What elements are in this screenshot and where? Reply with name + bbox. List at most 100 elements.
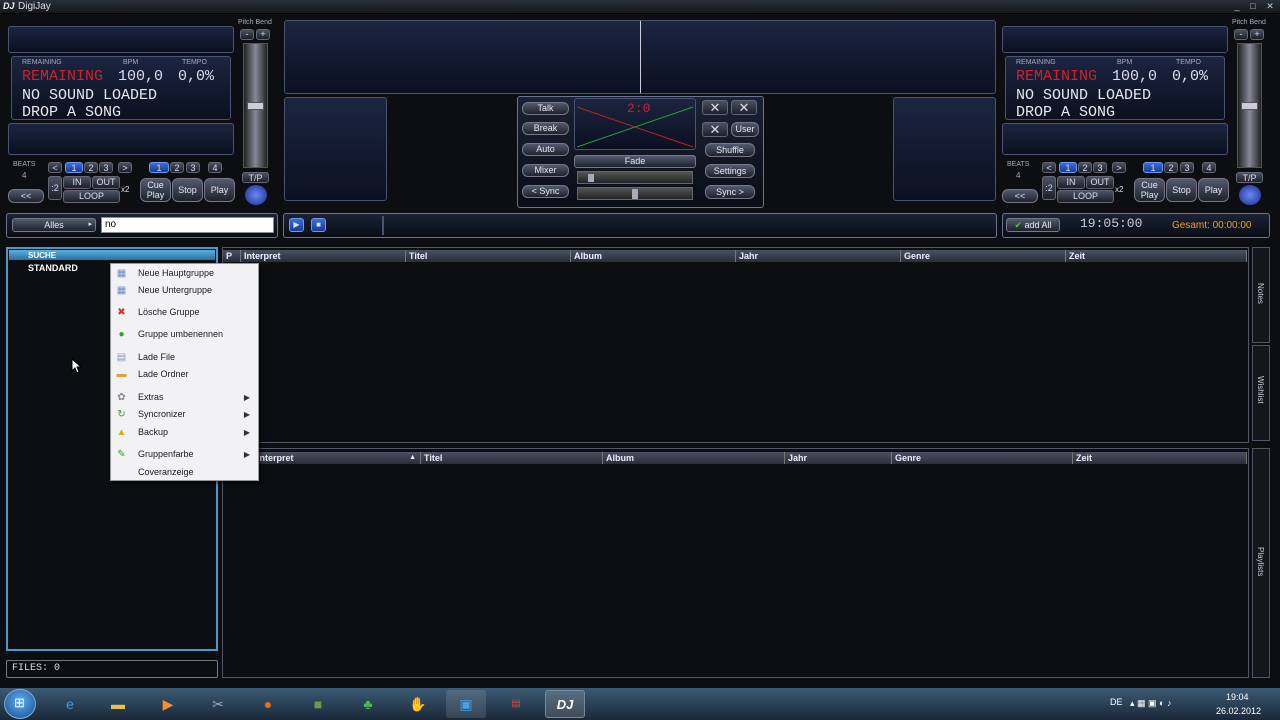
left-pitch-plus-button[interactable]: + <box>256 29 270 40</box>
right-loop-next-button[interactable]: > <box>1112 162 1126 173</box>
digijay-task-icon[interactable]: DJ <box>545 690 585 718</box>
volume-slider[interactable] <box>577 171 693 184</box>
column-header-zeit-bottom[interactable]: Zeit <box>1073 452 1247 464</box>
media-player-icon[interactable]: ▶ <box>148 690 188 718</box>
internet-explorer-icon[interactable]: e <box>50 690 90 718</box>
menu-item-lade-file[interactable]: ▤ Lade File <box>111 349 258 366</box>
tree-item-search[interactable]: SUCHE <box>28 251 56 260</box>
computer-app-icon[interactable]: ▤ <box>496 690 536 718</box>
left-cue-4-button[interactable]: 4 <box>208 162 222 173</box>
settings-button[interactable]: Settings <box>705 164 755 178</box>
left-tp-button[interactable]: T/P <box>242 172 269 183</box>
shuffle-button[interactable]: Shuffle <box>705 143 755 157</box>
right-pitch-minus-button[interactable]: - <box>1234 29 1248 40</box>
auto-button[interactable]: Auto <box>522 143 569 156</box>
right-cue-1-button[interactable]: 1 <box>1143 162 1163 173</box>
taskbar-clock-date[interactable]: 26.02.2012 <box>1216 706 1261 716</box>
filter-dropdown[interactable]: Alles ▸ <box>12 218 96 232</box>
minimize-button[interactable]: _ <box>1230 1 1244 12</box>
right-loop-button[interactable]: LOOP <box>1057 190 1114 203</box>
maximize-button[interactable]: □ <box>1246 1 1260 12</box>
left-loop-3-button[interactable]: 3 <box>99 162 113 173</box>
right-loop-out-button[interactable]: OUT <box>1086 176 1114 189</box>
tab-wishlist[interactable]: Wishlist <box>1252 345 1270 441</box>
column-header-album[interactable]: Album <box>571 250 736 262</box>
left-pitch-slider[interactable] <box>243 43 268 168</box>
column-header-jahr-bottom[interactable]: Jahr <box>785 452 892 464</box>
right-cue-2-button[interactable]: 2 <box>1164 162 1178 173</box>
left-rewind-button[interactable]: << <box>8 189 44 203</box>
tab-notes[interactable]: Notes <box>1252 247 1270 343</box>
stop-icon[interactable]: ■ <box>311 218 326 232</box>
menu-item-lösche-gruppe[interactable]: ✖ Lösche Gruppe <box>111 304 258 321</box>
menu-item-gruppe-umbenennen[interactable]: ● Gruppe umbenennen <box>111 326 258 343</box>
right-loop-in-button[interactable]: IN <box>1057 176 1085 189</box>
menu-item-backup[interactable]: ▲ Backup ▶ <box>111 424 258 441</box>
right-loop-3-button[interactable]: 3 <box>1093 162 1107 173</box>
column-header-zeit[interactable]: Zeit <box>1066 250 1247 262</box>
left-pitch-minus-button[interactable]: - <box>240 29 254 40</box>
language-indicator[interactable]: DE <box>1110 697 1123 707</box>
column-header-album-bottom[interactable]: Album <box>603 452 785 464</box>
column-header-genre[interactable]: Genre <box>901 250 1066 262</box>
right-eject-button[interactable]: ✕ <box>731 100 757 115</box>
mixer-button[interactable]: Mixer <box>522 164 569 177</box>
right-cue-play-button[interactable]: Cue Play <box>1134 178 1165 202</box>
control-panel-icon[interactable]: ▣ <box>446 690 486 718</box>
sync-right-button[interactable]: Sync > <box>705 185 755 199</box>
right-pitch-plus-button[interactable]: + <box>1250 29 1264 40</box>
menu-item-neue-untergruppe[interactable]: ▦ Neue Untergruppe <box>111 282 258 299</box>
taskbar-clock-time[interactable]: 19:04 <box>1226 692 1249 702</box>
column-header-titel[interactable]: Titel <box>406 250 571 262</box>
left-cue-3-button[interactable]: 3 <box>186 162 200 173</box>
break-button[interactable]: Break <box>522 122 569 135</box>
left-half-button[interactable]: :2 <box>48 176 62 200</box>
left-loop-prev-button[interactable]: < <box>48 162 62 173</box>
shuffle-icon-button[interactable]: ✕ <box>702 122 728 137</box>
right-pitch-slider[interactable] <box>1237 43 1262 168</box>
right-jog-icon[interactable] <box>1239 185 1261 205</box>
volume-handle[interactable] <box>588 174 594 182</box>
left-loop-2-button[interactable]: 2 <box>84 162 98 173</box>
right-loop-prev-button[interactable]: < <box>1042 162 1056 173</box>
column-header-titel-bottom[interactable]: Titel <box>421 452 603 464</box>
left-loop-out-button[interactable]: OUT <box>92 176 120 189</box>
sync-left-button[interactable]: < Sync <box>522 185 569 198</box>
play-icon[interactable]: ▶ <box>289 218 304 232</box>
tab-playlists[interactable]: Playlists <box>1252 448 1270 678</box>
minecraft-icon[interactable]: ■ <box>298 690 338 718</box>
column-header-interpret[interactable]: Interpret <box>241 250 406 262</box>
right-half-button[interactable]: :2 <box>1042 176 1056 200</box>
column-header-jahr[interactable]: Jahr <box>736 250 901 262</box>
search-input[interactable]: no <box>101 217 274 233</box>
left-loop-in-button[interactable]: IN <box>63 176 91 189</box>
tray-icons[interactable]: ▴ ▦ ▣ ◐ ♪ <box>1130 698 1171 709</box>
right-loop-1-button[interactable]: 1 <box>1059 162 1077 173</box>
left-loop-next-button[interactable]: > <box>118 162 132 173</box>
right-play-button[interactable]: Play <box>1198 178 1229 202</box>
right-loop-2-button[interactable]: 2 <box>1078 162 1092 173</box>
talk-button[interactable]: Talk <box>522 102 569 115</box>
explorer-folder-icon[interactable]: ▬ <box>98 690 138 718</box>
column-header-genre-bottom[interactable]: Genre <box>892 452 1073 464</box>
user-button[interactable]: User <box>731 122 759 137</box>
crossfader-slider[interactable] <box>577 187 693 200</box>
menu-item-lade-ordner[interactable]: ▬ Lade Ordner <box>111 366 258 383</box>
left-pitch-handle[interactable] <box>247 102 264 110</box>
hand-app-icon[interactable]: ✋ <box>398 690 438 718</box>
tools-icon[interactable]: ✂ <box>198 690 238 718</box>
right-rewind-button[interactable]: << <box>1002 189 1038 203</box>
menu-item-syncronizer[interactable]: ↻ Syncronizer ▶ <box>111 406 258 423</box>
app-icon[interactable]: ♣ <box>348 690 388 718</box>
tree-item-standard[interactable]: STANDARD <box>28 263 78 273</box>
right-pitch-handle[interactable] <box>1241 102 1258 110</box>
menu-item-coveranzeige[interactable]: Coveranzeige <box>111 464 258 481</box>
add-all-button[interactable]: ✔ add All <box>1006 218 1060 232</box>
left-jog-icon[interactable] <box>245 185 267 205</box>
right-stop-button[interactable]: Stop <box>1166 178 1197 202</box>
left-stop-button[interactable]: Stop <box>172 178 203 202</box>
right-x2-button[interactable]: x2 <box>1115 185 1123 194</box>
left-cue-1-button[interactable]: 1 <box>149 162 169 173</box>
start-button[interactable]: ⊞ <box>4 689 36 719</box>
firefox-icon[interactable]: ● <box>248 690 288 718</box>
